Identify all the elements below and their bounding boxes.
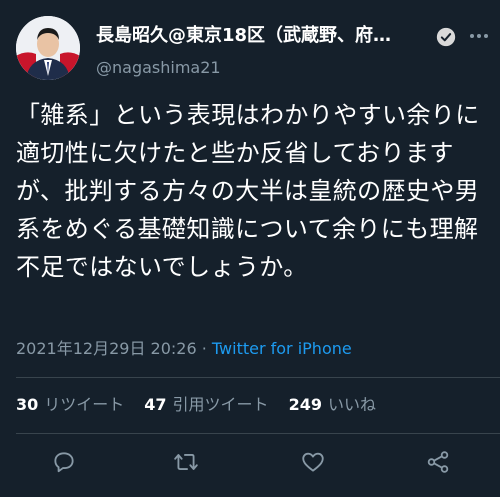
tweet-timestamp[interactable]: 2021年12月29日 20:26 [16, 339, 197, 358]
likes-stat[interactable]: 249 いいね [289, 393, 376, 417]
more-icon[interactable] [468, 26, 490, 46]
retweets-label: リツイート [44, 395, 125, 414]
tweet-text: 「雑系」という表現はわかりやすい余りに適切性に欠けたと些か反省しておりますが、批… [16, 101, 480, 281]
quotes-label: 引用ツイート [172, 395, 269, 414]
heart-icon [302, 452, 324, 472]
avatar-image [16, 16, 80, 80]
retweets-stat[interactable]: 30 リツイート [16, 393, 124, 417]
retweet-button[interactable] [173, 449, 199, 475]
share-button[interactable] [425, 449, 451, 475]
share-icon [427, 451, 449, 473]
tweet-source-link[interactable]: Twitter for iPhone [212, 339, 352, 358]
retweet-icon [174, 454, 198, 470]
like-button[interactable] [300, 449, 326, 475]
avatar[interactable] [16, 16, 80, 80]
quotes-stat[interactable]: 47 引用ツイート [144, 393, 268, 417]
likes-label: いいね [327, 395, 376, 414]
divider [16, 433, 500, 434]
tweet-meta: 2021年12月29日 20:26 · Twitter for iPhone [16, 337, 352, 361]
reply-button[interactable] [51, 449, 77, 475]
reply-icon [54, 452, 74, 473]
tweet-stats: 30 リツイート 47 引用ツイート 249 いいね [16, 393, 396, 417]
quotes-count: 47 [144, 395, 167, 414]
verified-badge-icon [436, 27, 456, 47]
user-handle[interactable]: @nagashima21 [96, 56, 221, 80]
display-name[interactable]: 長島昭久@東京18区（武蔵野、府… [96, 24, 441, 48]
meta-separator: · [196, 339, 212, 358]
tweet-card: 長島昭久@東京18区（武蔵野、府… @nagashima21 「雑系」という表現… [0, 0, 500, 497]
divider [16, 377, 500, 378]
likes-count: 249 [288, 395, 322, 414]
retweets-count: 30 [16, 395, 39, 414]
